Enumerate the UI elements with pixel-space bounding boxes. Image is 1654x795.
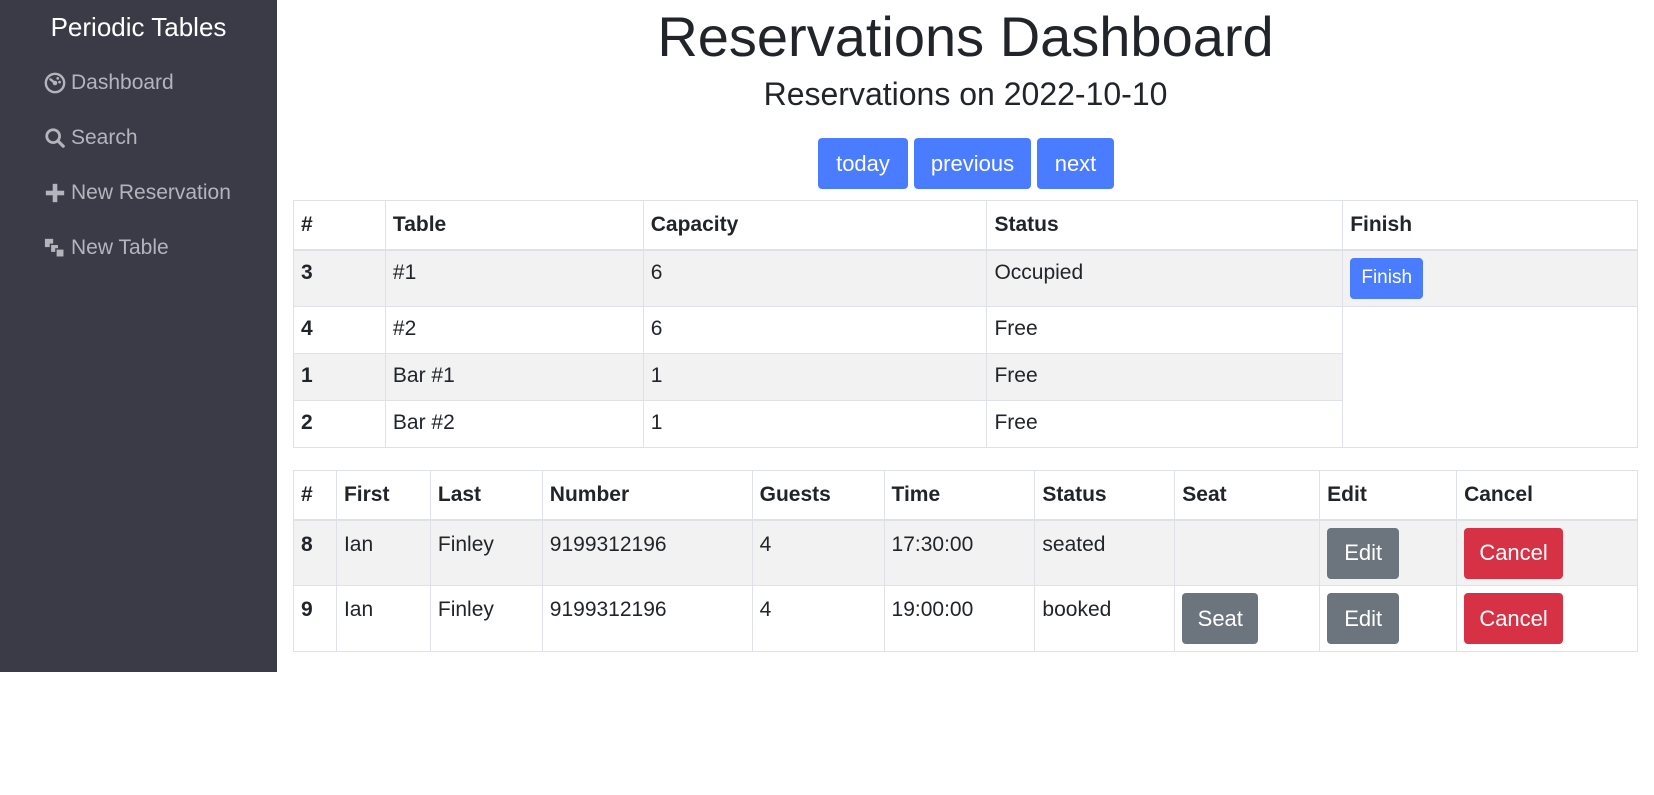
- table-capacity: 6: [642, 306, 988, 354]
- next-button[interactable]: next: [1037, 138, 1114, 189]
- column-header: #: [293, 200, 386, 250]
- today-button[interactable]: today: [818, 138, 908, 189]
- table-row: 9 Ian Finley 9199312196 4 19:00:00 booke…: [293, 585, 1638, 652]
- column-header: Capacity: [642, 200, 988, 250]
- page-title: Reservations Dashboard: [657, 5, 1274, 68]
- table-name: #2: [384, 306, 644, 354]
- table-status: Free: [986, 306, 1344, 354]
- cancel-button[interactable]: Cancel: [1464, 593, 1564, 644]
- column-header: Finish: [1342, 200, 1638, 250]
- last-name: Finley: [429, 585, 543, 652]
- edit-button[interactable]: Edit: [1327, 527, 1400, 579]
- table-capacity: 1: [642, 353, 988, 401]
- table-header-row: # Table Capacity Status Finish: [293, 200, 1638, 250]
- table-capacity: 6: [642, 249, 988, 307]
- column-header: Status: [1034, 470, 1176, 520]
- table-status: Free: [986, 353, 1344, 401]
- dashboard-icon: [43, 71, 67, 95]
- finish-cell: Finish: [1342, 249, 1638, 307]
- plus-icon: [43, 181, 67, 205]
- cancel-cell: Cancel: [1456, 585, 1638, 652]
- column-header: Number: [541, 470, 753, 520]
- table-row: 8 Ian Finley 9199312196 4 17:30:00 seate…: [293, 519, 1638, 586]
- seat-cell: [1174, 519, 1321, 586]
- reservation-status: seated: [1034, 519, 1176, 586]
- seat-cell: Seat: [1174, 585, 1321, 652]
- edit-cell: Edit: [1319, 585, 1458, 652]
- table-name: #1: [384, 249, 644, 307]
- finish-cell-empty: [1342, 306, 1638, 448]
- table-header-row: # First Last Number Guests Time Status S…: [293, 470, 1638, 520]
- sidebar-item-new-reservation[interactable]: New Reservation: [43, 176, 231, 210]
- table-capacity: 1: [642, 400, 988, 448]
- column-header: #: [293, 470, 337, 520]
- guests: 4: [751, 519, 885, 586]
- column-header: First: [335, 470, 431, 520]
- column-header: Seat: [1174, 470, 1321, 520]
- reservation-id: 9: [293, 585, 337, 652]
- table-id: 3: [293, 249, 386, 307]
- first-name: Ian: [335, 585, 431, 652]
- column-header: Guests: [751, 470, 885, 520]
- brand-title[interactable]: Periodic Tables: [0, 12, 277, 43]
- table-status: Free: [986, 400, 1344, 448]
- mobile-number: 9199312196: [541, 519, 753, 586]
- table-status: Occupied: [986, 249, 1344, 307]
- column-header: Status: [986, 200, 1344, 250]
- last-name: Finley: [429, 519, 543, 586]
- cancel-button[interactable]: Cancel: [1464, 527, 1564, 579]
- sidebar-item-dashboard[interactable]: Dashboard: [43, 66, 174, 100]
- reservation-id: 8: [293, 519, 337, 586]
- sidebar-item-label: Search: [71, 126, 138, 149]
- tables-table: # Table Capacity Status Finish 3 #1 6 Oc…: [293, 200, 1638, 448]
- table-name: Bar #2: [384, 400, 644, 448]
- cancel-cell: Cancel: [1456, 519, 1638, 586]
- first-name: Ian: [335, 519, 431, 586]
- search-icon: [43, 126, 67, 150]
- reservation-time: 19:00:00: [883, 585, 1036, 652]
- finish-button[interactable]: Finish: [1350, 257, 1424, 299]
- reservations-table: # First Last Number Guests Time Status S…: [293, 470, 1638, 652]
- sidebar: Periodic Tables Dashboard Search New Res…: [0, 0, 277, 672]
- column-header: Table: [384, 200, 644, 250]
- sidebar-item-label: New Table: [71, 236, 169, 259]
- column-header: Last: [429, 470, 543, 520]
- seat-button[interactable]: Seat: [1182, 593, 1259, 644]
- table-name: Bar #1: [384, 353, 644, 401]
- reservation-status: booked: [1034, 585, 1176, 652]
- sidebar-item-search[interactable]: Search: [43, 121, 138, 155]
- mobile-number: 9199312196: [541, 585, 753, 652]
- sidebar-item-new-table[interactable]: New Table: [43, 231, 169, 265]
- table-id: 1: [293, 353, 386, 401]
- reservation-time: 17:30:00: [883, 519, 1036, 586]
- previous-button[interactable]: previous: [914, 138, 1031, 189]
- column-header: Edit: [1319, 470, 1458, 520]
- edit-cell: Edit: [1319, 519, 1458, 586]
- layers-icon: [43, 236, 67, 260]
- column-header: Time: [883, 470, 1036, 520]
- sidebar-item-label: New Reservation: [71, 181, 231, 204]
- guests: 4: [751, 585, 885, 652]
- table-row: 4 #2 6 Free: [293, 306, 1638, 448]
- date-heading: Reservations on 2022-10-10: [763, 76, 1168, 112]
- column-header: Cancel: [1456, 470, 1638, 520]
- table-id: 2: [293, 400, 386, 448]
- table-id: 4: [293, 306, 386, 354]
- edit-button[interactable]: Edit: [1327, 593, 1400, 644]
- table-row: 3 #1 6 Occupied Finish: [293, 249, 1638, 307]
- sidebar-item-label: Dashboard: [71, 71, 174, 94]
